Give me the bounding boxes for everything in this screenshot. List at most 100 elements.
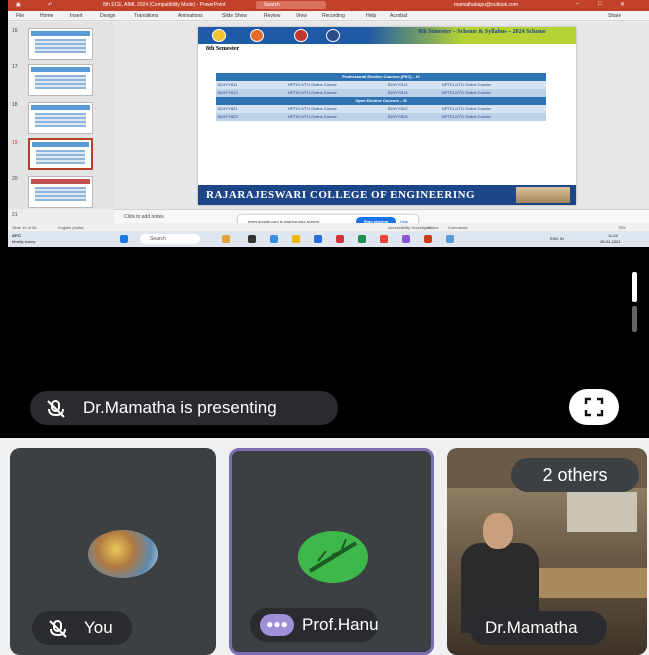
slide-number: 18 (12, 102, 18, 108)
course-code: B24YYB24 (388, 114, 408, 119)
close-icon[interactable]: ✕ (620, 1, 625, 8)
powerpoint-icon[interactable] (424, 235, 432, 243)
slide-canvas: 8th Semester – Scheme & Syllabus – 2024 … (114, 22, 649, 209)
slide-thumbnails: 16 17 18 19 20 21 (8, 22, 114, 218)
ribbon-tab[interactable]: View (296, 13, 307, 19)
document-title: 8th ECE, AIML 2024 (Compatibility Mode) … (103, 2, 226, 8)
avatar (88, 530, 158, 578)
current-slide[interactable]: 8th Semester – Scheme & Syllabus – 2024 … (198, 27, 576, 205)
slide-title: 8th Semester – Scheme & Syllabus – 2024 … (418, 29, 546, 35)
slide-thumbnail[interactable] (28, 64, 93, 96)
course-code: B24YYB11 (218, 82, 238, 87)
course-code: B24YYB22 (388, 106, 408, 111)
ppt-search-input[interactable]: Search (256, 1, 326, 9)
undo-icon[interactable]: ↶ (48, 2, 52, 8)
scrollbar-thumb[interactable] (632, 272, 637, 302)
slide-number: 19 (12, 140, 18, 146)
others-count-badge[interactable]: 2 others (511, 458, 639, 492)
account-name[interactable]: mamathabapu@outlook.com (454, 2, 518, 8)
ribbon-tab[interactable]: Home (40, 13, 53, 19)
table-row: B24YYB11 NPTEL/VTU Online Course B24YYB1… (216, 81, 546, 89)
table-row: B24YYB13 NPTEL/VTU Online Course B24YYB1… (216, 89, 546, 97)
taskbar-app-icon[interactable] (314, 235, 322, 243)
ribbon-tab[interactable]: Transitions (134, 13, 158, 19)
taskbar-app-icon[interactable] (336, 235, 344, 243)
slide-thumbnail[interactable] (28, 102, 93, 134)
room-window (567, 492, 637, 532)
emblem-icon (294, 29, 308, 42)
ribbon-tab[interactable]: Slide Show (222, 13, 247, 19)
course-name: NPTEL/VTU Online Course (442, 82, 491, 87)
autosave-icon[interactable]: ▣ (16, 2, 21, 8)
share-label[interactable]: Share (608, 13, 621, 19)
ribbon-tab[interactable]: File (16, 13, 24, 19)
participant-name: Prof.Hanu (302, 615, 378, 634)
participant-tile-prof-hanu[interactable]: ●●● Prof.Hanu (229, 448, 434, 655)
slide-thumbnail-selected[interactable] (28, 138, 93, 170)
taskbar-app-icon[interactable] (446, 235, 454, 243)
ribbon-tab[interactable]: Review (264, 13, 280, 19)
taskbar-app-icon[interactable] (402, 235, 410, 243)
slide-footer-band: RAJARAJESWARI COLLEGE OF ENGINEERING (198, 185, 576, 205)
notes-button[interactable]: Notes (428, 225, 438, 230)
comments-button[interactable]: Comments (448, 225, 467, 230)
ribbon-tab[interactable]: Insert (70, 13, 83, 19)
table-row: B24YYB23 NPTEL/VTU Online Course B24YYB2… (216, 113, 546, 121)
participant-tile-dr-mamatha[interactable]: 2 others Dr.Mamatha (447, 448, 647, 655)
language-indicator[interactable]: ENG IN (550, 236, 564, 241)
taskbar-app-icon[interactable] (292, 235, 300, 243)
ribbon-tab[interactable]: Animations (178, 13, 203, 19)
college-building-image (516, 187, 570, 203)
slide-number: 20 (12, 176, 18, 182)
course-name: NPTEL/VTU Online Course (288, 114, 337, 119)
semester-heading: 8th Semester (206, 46, 240, 52)
weather-desc: Mostly sunny (12, 239, 36, 244)
maximize-icon[interactable]: □ (598, 1, 602, 7)
ribbon-tab[interactable]: Acrobat (390, 13, 407, 19)
table-section-header: Professional Elective Courses (PEC) – IV (216, 73, 546, 81)
bamboo-avatar-icon (308, 538, 358, 573)
clock-time[interactable]: 11:26 (608, 233, 618, 238)
ribbon-tab[interactable]: Help (366, 13, 376, 19)
name-chip: ●●● Prof.Hanu (250, 608, 378, 642)
course-name: NPTEL/VTU Online Course (288, 106, 337, 111)
speaking-indicator-icon: ●●● (260, 614, 294, 636)
name-chip: You (32, 611, 132, 645)
taskbar-app-icon[interactable] (248, 235, 256, 243)
ribbon-tab[interactable]: Design (100, 13, 116, 19)
weather-temp[interactable]: 29°C (12, 233, 21, 238)
taskbar-app-icon[interactable] (358, 235, 366, 243)
course-code: B24YYB12 (388, 82, 408, 87)
zoom-level[interactable]: 76% (618, 225, 626, 230)
college-logo-icon (212, 29, 226, 42)
participant-tile-you[interactable]: You (10, 448, 216, 655)
slide-number: 16 (12, 28, 18, 34)
powerpoint-titlebar: ▣ ↶ 8th ECE, AIML 2024 (Compatibility Mo… (8, 0, 649, 11)
course-code: B24YYB23 (218, 114, 238, 119)
name-chip: Dr.Mamatha (469, 611, 607, 645)
fullscreen-button[interactable] (569, 389, 619, 425)
taskbar-app-icon[interactable] (270, 235, 278, 243)
slide-thumbnail[interactable] (28, 28, 93, 60)
table-section-header: Open Elective Courses – III (216, 97, 546, 105)
ribbon-tab[interactable]: Recording (322, 13, 345, 19)
scrollbar-track[interactable] (632, 306, 637, 332)
presenting-chip: Dr.Mamatha is presenting (30, 391, 338, 425)
language-status[interactable]: English (India) (58, 225, 84, 230)
course-name: NPTEL/VTU Online Course (288, 90, 337, 95)
course-name: NPTEL/VTU Online Course (288, 82, 337, 87)
taskbar-search[interactable]: Search (140, 234, 200, 244)
course-name: NPTEL/VTU Online Course (442, 114, 491, 119)
presenting-text: Dr.Mamatha is presenting (83, 398, 277, 417)
minimize-icon[interactable]: – (576, 1, 579, 7)
start-icon[interactable] (120, 235, 128, 243)
course-code: B24YYB13 (218, 90, 238, 95)
fullscreen-icon (584, 397, 604, 417)
emblem-icon (326, 29, 340, 42)
taskbar-app-icon[interactable] (222, 235, 230, 243)
course-code: B24YYB21 (218, 106, 238, 111)
accessibility-status[interactable]: Accessibility: Investigate (388, 225, 431, 230)
slide-thumbnail[interactable] (28, 176, 93, 208)
chrome-icon[interactable] (380, 235, 388, 243)
clock-date[interactable]: 28-04-2024 (600, 239, 620, 244)
